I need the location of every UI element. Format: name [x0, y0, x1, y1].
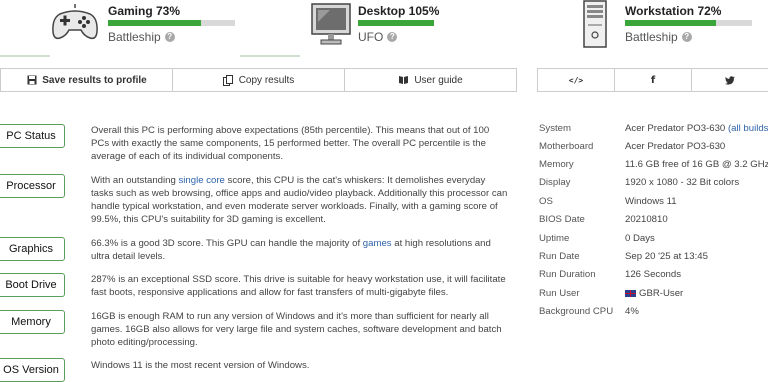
games-link[interactable]: games	[363, 238, 392, 249]
desktop-score-title: Desktop 105%	[358, 4, 440, 18]
run-user-key: Run User	[539, 288, 580, 299]
tag-label: PC Status	[6, 130, 56, 142]
single-core-link[interactable]: single core	[178, 175, 224, 186]
run-date-value: Sep 20 '25 at 13:45	[625, 251, 708, 262]
gaming-rating: Battleship ?	[108, 30, 175, 44]
motherboard-key: Motherboard	[539, 141, 594, 152]
os-version-text: Windows 11 is the most recent version of…	[91, 360, 310, 371]
help-icon[interactable]: ?	[164, 32, 175, 42]
twitter-share-button[interactable]	[692, 69, 768, 91]
help-icon[interactable]: ?	[681, 32, 692, 42]
help-icon[interactable]: ?	[387, 32, 398, 42]
run-duration-key: Run Duration	[539, 269, 596, 280]
run-date-key: Run Date	[539, 251, 580, 262]
tag-pc-status[interactable]: PC Status	[0, 124, 65, 148]
gaming-score-title: Gaming 73%	[108, 4, 181, 18]
copy-results-label: Copy results	[238, 74, 295, 86]
share-toolbar: </> f	[537, 68, 768, 92]
tag-label: OS Version	[3, 364, 59, 376]
monitor-icon	[310, 2, 354, 46]
tag-graphics[interactable]: Graphics	[0, 237, 65, 261]
memory-text: 16GB is enough RAM to run any version of…	[91, 311, 502, 348]
faded-divider	[0, 55, 50, 57]
tag-label: Graphics	[8, 243, 54, 255]
facebook-icon: f	[650, 74, 656, 86]
processor-text-pre: With an outstanding	[91, 175, 179, 186]
tag-label: Processor	[6, 180, 56, 192]
desktop-rating-label: UFO	[358, 30, 384, 44]
graphics-text: 66.3% is a good 3D score. This GPU can h…	[91, 237, 509, 263]
copy-results-button[interactable]: Copy results	[173, 69, 345, 91]
embed-button[interactable]: </>	[538, 69, 615, 91]
boot-drive-text: 287% is an exceptional SSD score. This d…	[91, 274, 506, 298]
all-builds-link[interactable]: (all builds)	[728, 123, 768, 134]
workstation-score-bar	[625, 20, 752, 26]
bios-date-value: 20210810	[625, 214, 668, 225]
memory-value: 11.6 GB free of 16 GB @ 3.2 GHz	[625, 159, 768, 170]
twitter-icon	[725, 75, 736, 86]
workstation-score-fill	[625, 20, 717, 26]
background-cpu-value: 4%	[625, 306, 639, 317]
user-guide-button[interactable]: User guide	[345, 69, 516, 91]
tag-processor[interactable]: Processor	[0, 174, 65, 198]
run-duration-value: 126 Seconds	[625, 269, 682, 280]
code-icon: </>	[568, 75, 584, 85]
desktop-rating: UFO ?	[358, 30, 398, 44]
gaming-score-fill	[108, 20, 201, 26]
action-toolbar: Save results to profile Copy results Use…	[0, 68, 517, 92]
gaming-rating-label: Battleship	[108, 30, 161, 44]
uptime-value: 0 Days	[625, 233, 655, 244]
system-key: System	[539, 123, 571, 134]
book-icon	[398, 75, 409, 86]
tag-memory[interactable]: Memory	[0, 310, 65, 334]
tower-pc-icon	[580, 0, 610, 48]
uk-flag-icon	[625, 289, 636, 297]
background-cpu-key: Background CPU	[539, 306, 614, 317]
facebook-share-button[interactable]: f	[615, 69, 692, 91]
processor-text: With an outstanding single core score, t…	[91, 174, 509, 226]
bios-date-key: BIOS Date	[539, 214, 585, 225]
desktop-score-fill	[358, 20, 434, 26]
display-key: Display	[539, 177, 571, 188]
tag-boot-drive[interactable]: Boot Drive	[0, 273, 65, 297]
save-icon	[26, 75, 37, 86]
tag-label: Boot Drive	[5, 279, 57, 291]
uptime-key: Uptime	[539, 233, 570, 244]
workstation-rating: Battleship ?	[625, 30, 692, 44]
run-user-value: GBR-User	[625, 288, 683, 299]
system-value-text: Acer Predator PO3-630	[625, 123, 726, 134]
save-results-button[interactable]: Save results to profile	[1, 69, 173, 91]
tag-label: Memory	[11, 316, 51, 328]
faded-divider	[240, 55, 300, 57]
save-results-label: Save results to profile	[42, 74, 147, 86]
gamepad-icon	[50, 2, 100, 44]
workstation-rating-label: Battleship	[625, 30, 678, 44]
copy-icon	[222, 74, 234, 86]
memory-key: Memory	[539, 159, 574, 170]
display-value: 1920 x 1080 - 32 Bit colors	[625, 177, 740, 188]
tag-os-version[interactable]: OS Version	[0, 358, 65, 382]
gaming-score-bar	[108, 20, 235, 26]
user-guide-label: User guide	[414, 74, 463, 86]
motherboard-value: Acer Predator PO3-630	[625, 141, 726, 152]
graphics-text-pre: 66.3% is a good 3D score. This GPU can h…	[91, 238, 363, 249]
workstation-score-title: Workstation 72%	[625, 4, 722, 18]
os-value: Windows 11	[625, 196, 677, 207]
pc-status-text: Overall this PC is performing above expe…	[91, 125, 490, 162]
system-value: Acer Predator PO3-630 (all builds)	[625, 123, 768, 134]
run-user-text: GBR-User	[639, 288, 684, 299]
desktop-score-bar	[358, 20, 434, 26]
os-key: OS	[539, 196, 553, 207]
